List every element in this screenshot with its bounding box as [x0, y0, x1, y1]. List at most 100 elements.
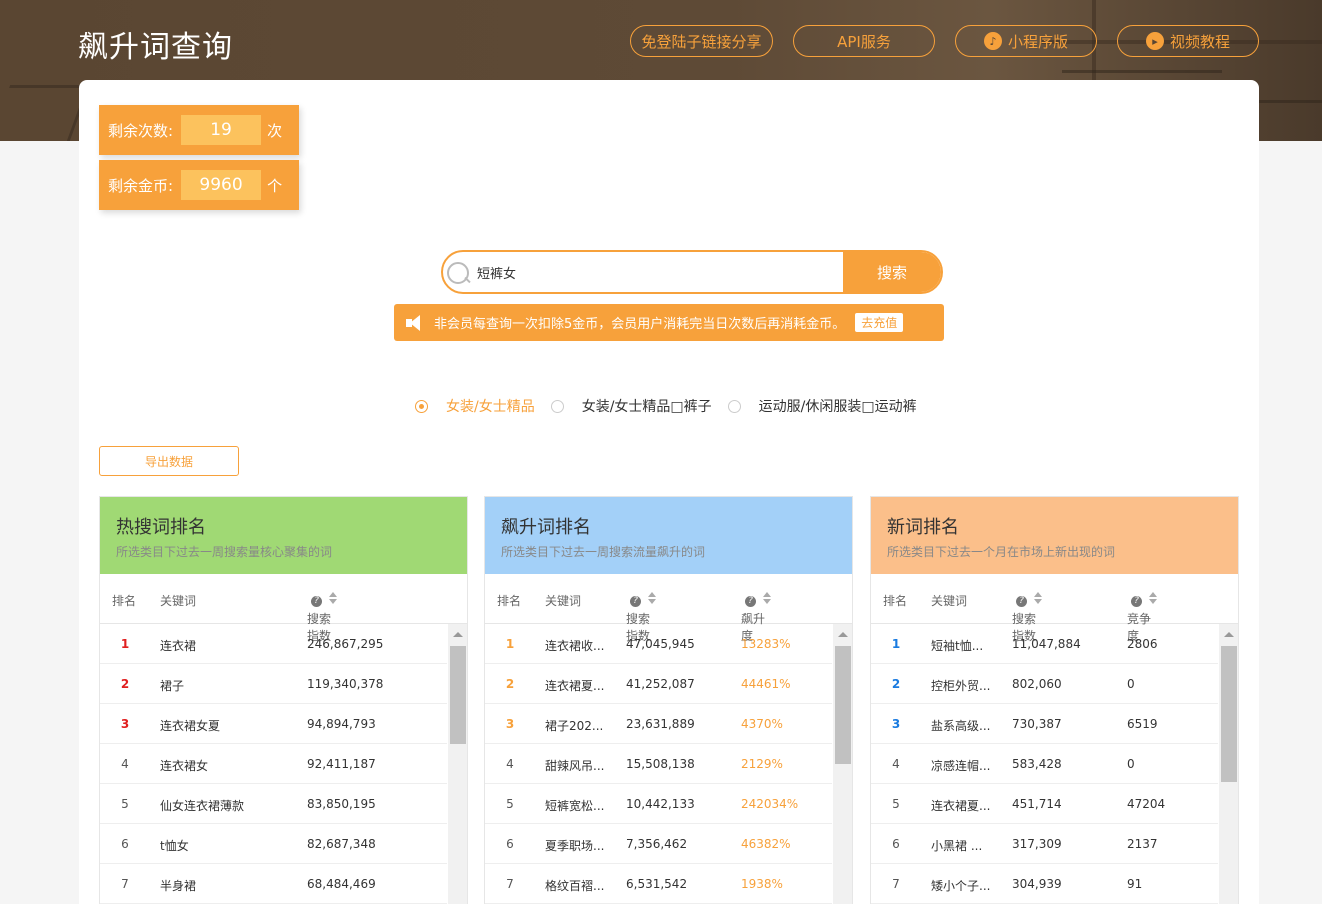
rank-number: 2 — [120, 677, 130, 691]
table-row[interactable]: 1 短袖t恤... 11,047,884 2806 — [871, 624, 1218, 664]
table-row[interactable]: 2 连衣裙夏... 41,252,087 44461% — [485, 664, 832, 704]
keyword-cell[interactable]: 短裤宽松... — [545, 797, 604, 814]
keyword-cell[interactable]: 连衣裙女夏 — [160, 717, 220, 734]
keyword-cell[interactable]: 连衣裙 — [160, 637, 196, 654]
panel-title: 飙升词排名 — [501, 517, 591, 538]
competition-cell: 2806 — [1127, 637, 1158, 651]
col-competition[interactable]: 竞争度? — [1127, 592, 1157, 643]
keyword-cell[interactable]: 半身裙 — [160, 877, 196, 894]
table-row[interactable]: 5 仙女连衣裙薄款 83,850,195 — [100, 784, 447, 824]
table-row[interactable]: 5 连衣裙夏... 451,714 47204 — [871, 784, 1218, 824]
table-row[interactable]: 1 连衣裙收... 47,045,945 13283% — [485, 624, 832, 664]
remaining-coins-label: 剩余金币: — [108, 176, 174, 195]
table-row[interactable]: 4 凉感连帽... 583,428 0 — [871, 744, 1218, 784]
api-service-button[interactable]: API服务 — [793, 25, 935, 57]
hot-words-panel: 热搜词排名 所选类目下过去一周搜索量核心聚集的词 排名 关键词 搜索指数? 1 连… — [99, 496, 468, 904]
keyword-cell[interactable]: 连衣裙夏... — [931, 797, 990, 814]
help-icon: ? — [630, 596, 641, 607]
search-index-cell: 317,309 — [1012, 837, 1062, 851]
col-keyword: 关键词 — [931, 594, 968, 608]
col-search-index[interactable]: 搜索指数? — [307, 592, 337, 643]
keyword-cell[interactable]: 矮小个子... — [931, 877, 990, 894]
competition-cell: 47204 — [1127, 797, 1166, 811]
rank-number: 7 — [121, 877, 129, 891]
table-row[interactable]: 1 连衣裙 246,867,295 — [100, 624, 447, 664]
rank-number: 4 — [121, 757, 129, 771]
keyword-cell[interactable]: 连衣裙女 — [160, 757, 208, 774]
table-row[interactable]: 6 夏季职场... 7,356,462 46382% — [485, 824, 832, 864]
table-row[interactable]: 3 连衣裙女夏 94,894,793 — [100, 704, 447, 744]
scroll-up-icon — [453, 632, 463, 637]
keyword-cell[interactable]: 格纹百褶... — [545, 877, 604, 894]
panel-subtitle: 所选类目下过去一周搜索流量飙升的词 — [501, 545, 706, 559]
growth-cell: 44461% — [741, 677, 791, 691]
search-index-cell: 6,531,542 — [626, 877, 688, 891]
keyword-cell[interactable]: t恤女 — [160, 837, 189, 854]
search-index-cell: 10,442,133 — [626, 797, 695, 811]
category-radio[interactable]: 女装/女士精品□裤子 — [550, 396, 712, 416]
search-input[interactable] — [473, 252, 843, 292]
col-growth[interactable]: 飙升度? — [741, 592, 771, 643]
share-link-button[interactable]: 免登陆子链接分享 — [630, 25, 773, 57]
search-button[interactable]: 搜索 — [843, 252, 941, 292]
competition-cell: 6519 — [1127, 717, 1158, 731]
mini-program-button[interactable]: ♪ 小程序版 — [955, 25, 1097, 57]
scrollbar[interactable] — [448, 624, 467, 904]
search-index-cell: 246,867,295 — [307, 637, 384, 651]
table-row[interactable]: 6 小黑裙 ... 317,309 2137 — [871, 824, 1218, 864]
table-row[interactable]: 2 裙子 119,340,378 — [100, 664, 447, 704]
competition-cell: 0 — [1127, 677, 1135, 691]
table-row[interactable]: 7 矮小个子... 304,939 91 — [871, 864, 1218, 904]
keyword-cell[interactable]: 甜辣风吊... — [545, 757, 604, 774]
table-row[interactable]: 7 格纹百褶... 6,531,542 1938% — [485, 864, 832, 904]
keyword-cell[interactable]: 连衣裙夏... — [545, 677, 604, 694]
rank-number: 1 — [891, 637, 901, 651]
recharge-button[interactable]: 去充值 — [855, 313, 904, 332]
keyword-cell[interactable]: 控柜外贸... — [931, 677, 990, 694]
keyword-cell[interactable]: 夏季职场... — [545, 837, 604, 854]
export-data-button[interactable]: 导出数据 — [99, 446, 239, 476]
video-tutorial-button[interactable]: ▸ 视频教程 — [1117, 25, 1259, 57]
table-row[interactable]: 7 半身裙 68,484,469 — [100, 864, 447, 904]
keyword-cell[interactable]: 短袖t恤... — [931, 637, 983, 654]
col-search-index[interactable]: 搜索指数? — [626, 592, 656, 643]
rank-number: 5 — [892, 797, 900, 811]
keyword-cell[interactable]: 连衣裙收... — [545, 637, 604, 654]
scrollbar[interactable] — [1219, 624, 1238, 904]
table-row[interactable]: 3 裙子202... 23,631,889 4370% — [485, 704, 832, 744]
keyword-cell[interactable]: 凉感连帽... — [931, 757, 990, 774]
col-rank: 排名 — [497, 594, 522, 608]
search-index-cell: 730,387 — [1012, 717, 1062, 731]
table-row[interactable]: 2 控柜外贸... 802,060 0 — [871, 664, 1218, 704]
table-row[interactable]: 5 短裤宽松... 10,442,133 242034% — [485, 784, 832, 824]
keyword-cell[interactable]: 小黑裙 ... — [931, 837, 982, 854]
category-radio[interactable]: 女装/女士精品 — [415, 396, 535, 416]
api-service-label: API服务 — [837, 32, 891, 51]
growth-cell: 46382% — [741, 837, 791, 851]
remaining-coins-box: 剩余金币: 9960 个 — [99, 160, 299, 210]
category-label: 运动服/休闲服装□运动裤 — [758, 399, 917, 415]
keyword-cell[interactable]: 裙子202... — [545, 717, 603, 734]
keyword-cell[interactable]: 仙女连衣裙薄款 — [160, 797, 244, 814]
table-row[interactable]: 3 盐系高级... 730,387 6519 — [871, 704, 1218, 744]
rank-number: 6 — [121, 837, 129, 851]
growth-cell: 1938% — [741, 877, 783, 891]
category-radio[interactable]: 运动服/休闲服装□运动裤 — [727, 396, 917, 416]
table-row[interactable]: 6 t恤女 82,687,348 — [100, 824, 447, 864]
sort-icon — [1149, 592, 1157, 604]
keyword-cell[interactable]: 裙子 — [160, 677, 184, 694]
col-keyword: 关键词 — [545, 594, 582, 608]
col-search-index[interactable]: 搜索指数? — [1012, 592, 1042, 643]
table-header: 排名 关键词 搜索指数? 飙升度? — [485, 574, 852, 643]
table-row[interactable]: 4 连衣裙女 92,411,187 — [100, 744, 447, 784]
remaining-coins-value: 9960 — [181, 170, 262, 200]
search-index-cell: 68,484,469 — [307, 877, 376, 891]
growth-cell: 2129% — [741, 757, 783, 771]
scrollbar[interactable] — [833, 624, 852, 904]
search-index-cell: 82,687,348 — [307, 837, 376, 851]
table-row[interactable]: 4 甜辣风吊... 15,508,138 2129% — [485, 744, 832, 784]
banner-decoration — [0, 85, 91, 141]
keyword-cell[interactable]: 盐系高级... — [931, 717, 990, 734]
new-rows: 1 短袖t恤... 11,047,884 2806 2 控柜外贸... 802,060 0 3 盐… — [871, 624, 1238, 904]
help-icon: ? — [1016, 596, 1027, 607]
